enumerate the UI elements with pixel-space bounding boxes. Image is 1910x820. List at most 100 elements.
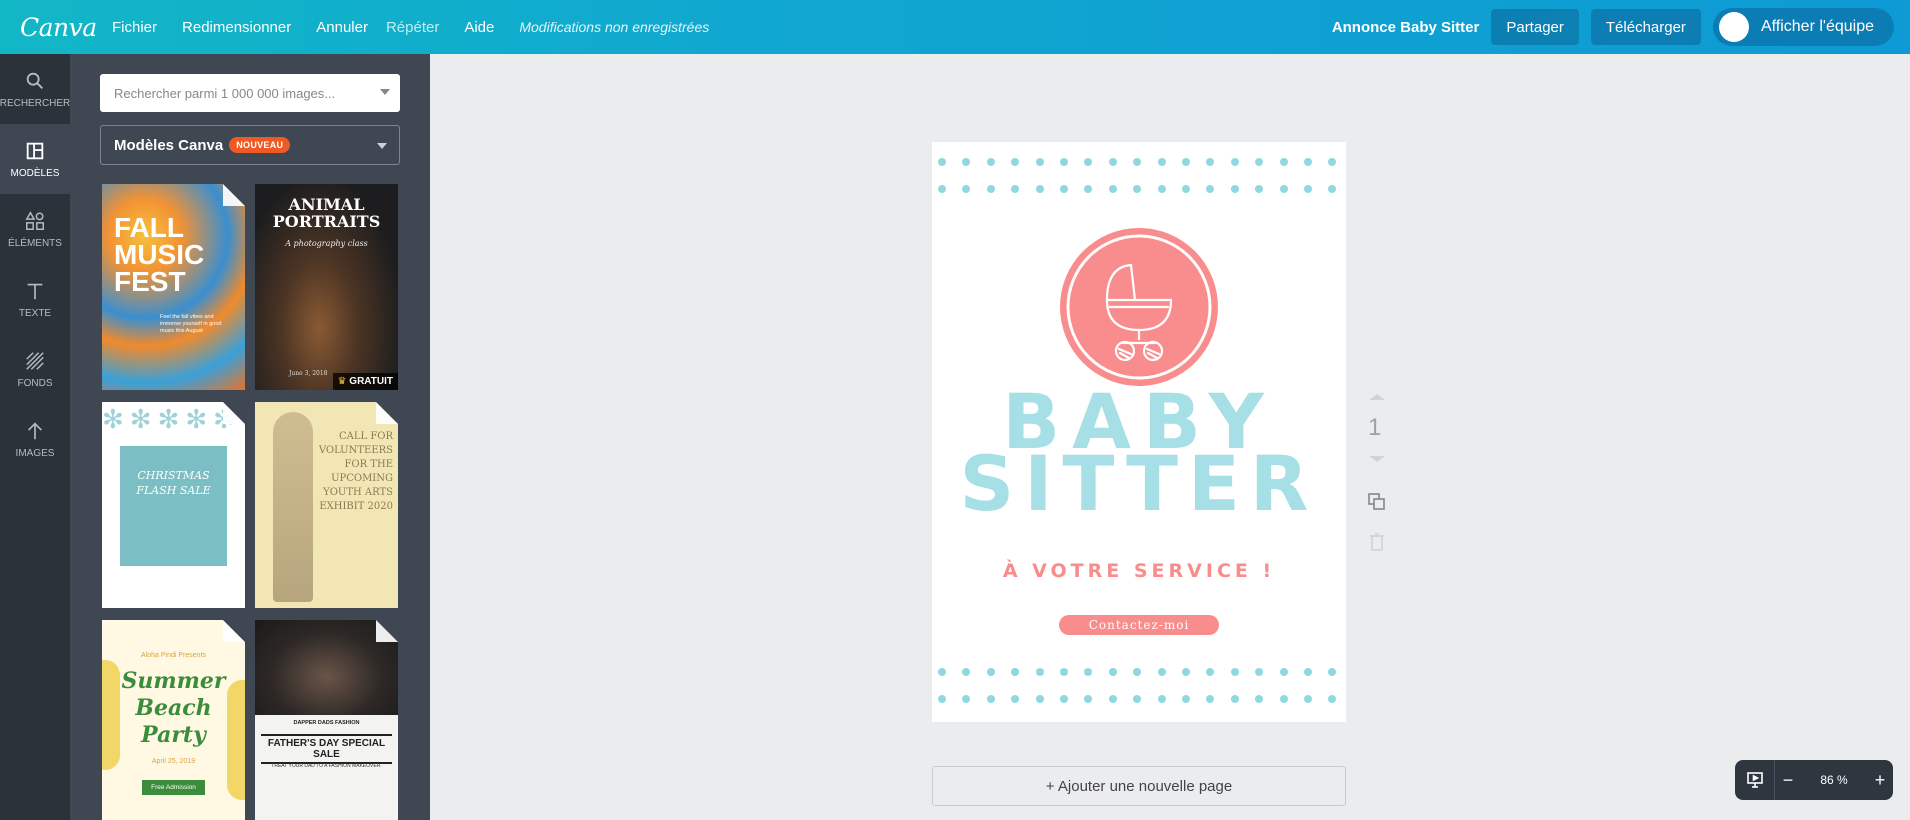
decor-dot [962, 695, 971, 703]
present-button[interactable] [1735, 760, 1775, 800]
decor-dot [1206, 668, 1215, 676]
free-badge: ♛ GRATUIT [332, 373, 398, 390]
decor-dot [1108, 158, 1117, 166]
duplicate-icon[interactable] [1367, 492, 1387, 512]
decor-dot [1304, 158, 1312, 166]
decor-dot [1060, 668, 1068, 676]
templates-dropdown[interactable]: Modèles Canva NOUVEAU [100, 125, 400, 165]
decor-dot [1084, 695, 1093, 703]
page-number: 1 [1368, 414, 1382, 441]
top-bar: Canva Fichier Redimensionner Annuler Rép… [0, 0, 1910, 54]
rail-item-elements[interactable]: ÉLÉMENTS [0, 194, 70, 264]
decor-dot [1279, 158, 1288, 166]
chevron-down-icon[interactable] [1369, 456, 1385, 462]
download-button[interactable]: Télécharger [1590, 9, 1701, 45]
decor-dot [1084, 668, 1093, 676]
team-button[interactable]: Afficher l'équipe [1712, 8, 1894, 46]
menu-redimensionner[interactable]: Redimensionner [182, 19, 291, 36]
decor-dot [1133, 185, 1142, 193]
rail-item-templates[interactable]: MODÈLES [0, 124, 70, 194]
rail-item-text[interactable]: TEXTE [0, 264, 70, 334]
menu-repeter[interactable]: Répéter [386, 19, 439, 36]
decor-dot [1279, 185, 1288, 193]
decor-dot [1328, 695, 1337, 703]
decor-dot [1182, 185, 1190, 193]
template-title-line: VOLUNTEERS [318, 445, 393, 456]
template-christmas-sale[interactable]: ✻✻✻✻✻✻✻✻✻✻✻✻✻✻✻✻✻✻✻✻✻✻✻✻✻✻✻✻✻✻ CHRISTMAS… [102, 402, 245, 608]
decor-dot [1060, 695, 1068, 703]
design-page[interactable]: BABY SITTER À VOTRE SERVICE ! Contactez-… [932, 142, 1346, 722]
rail-label: FONDS [17, 377, 53, 389]
rail-item-search[interactable]: RECHERCHER [0, 54, 70, 124]
decor-dot [1255, 668, 1264, 676]
search-icon [26, 72, 43, 89]
document-title[interactable]: Annonce Baby Sitter [1332, 19, 1480, 36]
add-page-button[interactable]: + Ajouter une nouvelle page [932, 766, 1346, 806]
chevron-up-icon[interactable] [1369, 394, 1385, 400]
zoom-control: − 86 % + [1735, 760, 1893, 800]
rail-label: ÉLÉMENTS [8, 237, 62, 249]
decor-dot [1279, 695, 1288, 703]
decor-dot [1230, 185, 1239, 193]
template-panel: CHRISTMAS FLASH SALE [120, 446, 227, 566]
decor-dot [1035, 695, 1044, 703]
rail-label: RECHERCHER [0, 97, 71, 109]
zoom-out-button[interactable]: − [1775, 770, 1801, 791]
template-subtitle: A photography class [285, 239, 368, 248]
decor-dot [1255, 695, 1264, 703]
new-badge: NOUVEAU [229, 137, 291, 153]
title-line-2[interactable]: SITTER [932, 446, 1346, 522]
decor-dot [1255, 185, 1264, 193]
template-title-line: FOR THE [344, 459, 393, 470]
menu-annuler[interactable]: Annuler [316, 19, 368, 36]
decor-dot [1157, 695, 1166, 703]
decor-dot [1255, 158, 1264, 166]
decor-dot [1230, 695, 1239, 703]
chevron-down-icon [377, 143, 387, 149]
page-fold [223, 184, 245, 206]
rail-label: MODÈLES [10, 167, 60, 179]
menu-bar: Fichier Redimensionner Annuler Répéter A… [112, 19, 709, 36]
decor-dot [1230, 158, 1239, 166]
menu-fichier[interactable]: Fichier [112, 19, 157, 36]
trash-icon[interactable] [1368, 532, 1386, 552]
team-label: Afficher l'équipe [1760, 18, 1874, 35]
decor-dot [1182, 668, 1190, 676]
decor-dot [1206, 695, 1215, 703]
decor-dot [986, 158, 995, 166]
layout-icon [26, 142, 44, 159]
template-date: April 25, 2019 [151, 758, 196, 765]
decor-dot [1157, 158, 1166, 166]
template-summer-beach-party[interactable]: Aloha Pindi Presents Summer Beach Party … [102, 620, 245, 820]
image-search-input[interactable]: Rechercher parmi 1 000 000 images... [100, 74, 400, 112]
rail-item-uploads[interactable]: IMAGES [0, 404, 70, 474]
decor-dot [1304, 668, 1312, 676]
decor-dot [938, 695, 946, 703]
zoom-level[interactable]: 86 % [1801, 773, 1867, 787]
rail-label: TEXTE [18, 307, 52, 319]
text-icon [27, 283, 43, 299]
search-placeholder: Rechercher parmi 1 000 000 images... [114, 85, 336, 101]
chevron-down-icon[interactable] [380, 89, 390, 95]
decor-dot [1011, 158, 1020, 166]
template-title-line: Summer [121, 668, 226, 694]
share-button[interactable]: Partager [1491, 9, 1579, 45]
template-call-volunteers[interactable]: CALL FOR VOLUNTEERS FOR THE UPCOMING YOU… [255, 402, 398, 608]
menu-aide[interactable]: Aide [464, 19, 494, 36]
zoom-in-button[interactable]: + [1867, 770, 1893, 791]
template-fathers-day[interactable]: DAPPER DADS FASHION FATHER'S DAY SPECIAL… [255, 620, 398, 820]
canva-logo[interactable]: Canva [20, 13, 97, 42]
decor-dot [1328, 158, 1337, 166]
template-animal-portraits[interactable]: ANIMAL PORTRAITS A photography class Jun… [255, 184, 398, 390]
template-subtitle: TREAT YOUR DAD TO A FASHION MAKEOVER. [271, 763, 382, 769]
rail-item-backgrounds[interactable]: FONDS [0, 334, 70, 404]
decor-dot [962, 185, 971, 193]
template-title: FATHER'S DAY SPECIAL SALE [261, 734, 392, 764]
template-date: June 3, 2018 [289, 370, 328, 377]
tagline[interactable]: À VOTRE SERVICE ! [932, 560, 1346, 582]
contact-button[interactable]: Contactez-moi [1059, 615, 1219, 635]
decor-dot [1328, 185, 1337, 193]
decor-dot [1182, 158, 1190, 166]
decor-dot [1206, 158, 1215, 166]
template-fall-music-fest[interactable]: FALL MUSIC FEST Feel the fall vibes and … [102, 184, 245, 390]
